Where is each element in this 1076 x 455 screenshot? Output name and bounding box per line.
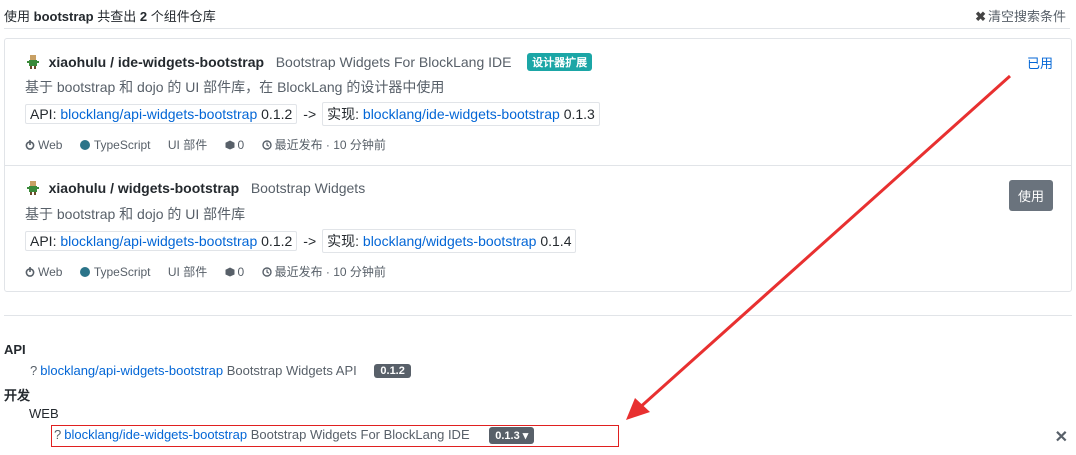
result-count: 2 bbox=[139, 9, 148, 24]
annotation-highlight-box bbox=[51, 425, 619, 447]
avatar[interactable] bbox=[25, 180, 41, 196]
summary-prefix: 使用 bbox=[4, 9, 31, 24]
type-meta: UI 部件 bbox=[168, 136, 207, 153]
use-button[interactable]: 使用 bbox=[1008, 180, 1053, 211]
repo-name-link[interactable]: xiaohulu / widgets-bootstrap bbox=[49, 180, 240, 196]
impl-label: 实现: bbox=[327, 106, 360, 122]
repo-title-row: xiaohulu / widgets-bootstrap Bootstrap W… bbox=[25, 180, 365, 196]
unknown-glyph-icon: ? bbox=[30, 363, 38, 378]
dev-group-title: 开发 bbox=[4, 388, 31, 403]
api-repo-link[interactable]: blocklang/api-widgets-bootstrap bbox=[60, 233, 257, 249]
impl-dependency: 实现: blocklang/ide-widgets-bootstrap 0.1.… bbox=[322, 102, 600, 126]
cube-icon bbox=[225, 267, 235, 277]
impl-repo-link[interactable]: blocklang/widgets-bootstrap bbox=[363, 233, 537, 249]
api-group-title: API bbox=[4, 342, 26, 357]
api-dependency-item: ? blocklang/api-widgets-bootstrap Bootstr… bbox=[30, 363, 411, 378]
remove-dependency-button[interactable]: ✕ bbox=[1055, 427, 1068, 447]
published-meta: 最近发布 · 10 分钟前 bbox=[261, 263, 386, 280]
power-icon bbox=[25, 267, 35, 277]
repo-meta: Web TypeScript UI 部件 0 最近发布 · 10 分钟前 bbox=[25, 263, 400, 280]
power-icon bbox=[25, 140, 35, 150]
arrow-separator: -> bbox=[303, 106, 317, 122]
section-divider bbox=[4, 315, 1072, 316]
platform-meta: Web bbox=[25, 265, 62, 279]
api-repo-link[interactable]: blocklang/api-widgets-bootstrap bbox=[60, 106, 257, 122]
published-label: 最近发布 · 10 分钟前 bbox=[274, 265, 386, 279]
repo-meta: Web TypeScript UI 部件 0 最近发布 · 10 分钟前 bbox=[25, 136, 400, 153]
api-dependency: API: blocklang/api-widgets-bootstrap 0.1… bbox=[25, 104, 298, 124]
repo-title-description: Bootstrap Widgets bbox=[250, 180, 366, 196]
api-version: 0.1.2 bbox=[261, 106, 293, 122]
platform-label: Web bbox=[38, 138, 63, 152]
api-label: API: bbox=[30, 233, 57, 249]
count-value: 0 bbox=[237, 138, 245, 152]
summary-mid: 共查出 bbox=[97, 9, 137, 24]
dependency-row: API: blocklang/api-widgets-bootstrap 0.1… bbox=[25, 102, 600, 126]
count-meta: 0 bbox=[225, 265, 245, 279]
repo-name-link[interactable]: xiaohulu / ide-widgets-bootstrap bbox=[49, 54, 264, 70]
history-icon bbox=[261, 140, 272, 150]
language-label: TypeScript bbox=[93, 138, 151, 152]
dependency-row: API: blocklang/api-widgets-bootstrap 0.1… bbox=[25, 229, 577, 253]
count-value: 0 bbox=[237, 265, 245, 279]
impl-repo-link[interactable]: blocklang/ide-widgets-bootstrap bbox=[363, 106, 560, 122]
version-badge: 0.1.2 bbox=[374, 364, 411, 378]
close-icon: ✕ bbox=[1054, 429, 1068, 446]
type-label: UI 部件 bbox=[167, 265, 208, 279]
api-item-description: Bootstrap Widgets API bbox=[226, 363, 357, 378]
cube-icon bbox=[225, 140, 235, 150]
close-icon: ✖ bbox=[975, 9, 986, 24]
count-meta: 0 bbox=[225, 138, 245, 152]
summary-suffix: 个组件仓库 bbox=[150, 9, 216, 24]
type-meta: UI 部件 bbox=[168, 263, 207, 280]
search-summary: 使用 bootstrap 共查出 2 个组件仓库 bbox=[4, 6, 216, 25]
language-color-icon bbox=[79, 267, 90, 277]
published-meta: 最近发布 · 10 分钟前 bbox=[261, 136, 386, 153]
repo-description: 基于 bootstrap 和 dojo 的 UI 部件库 bbox=[25, 206, 246, 222]
type-label: UI 部件 bbox=[167, 138, 208, 152]
search-summary-bar: 使用 bootstrap 共查出 2 个组件仓库 ✖ 清空搜索条件 bbox=[4, 6, 1070, 29]
platform-meta: Web bbox=[25, 138, 62, 152]
language-label: TypeScript bbox=[93, 265, 151, 279]
category-badge: 设计器扩展 bbox=[527, 53, 593, 71]
repo-description: 基于 bootstrap 和 dojo 的 UI 部件库，在 BlockLang… bbox=[25, 79, 445, 95]
repo-result-list: xiaohulu / ide-widgets-bootstrap Bootstr… bbox=[4, 38, 1072, 292]
repo-result-item: xiaohulu / widgets-bootstrap Bootstrap W… bbox=[5, 165, 1071, 292]
repo-title-description: Bootstrap Widgets For BlockLang IDE bbox=[275, 54, 512, 70]
repo-result-item: xiaohulu / ide-widgets-bootstrap Bootstr… bbox=[5, 39, 1071, 165]
clear-search-label: 清空搜索条件 bbox=[987, 9, 1066, 24]
published-label: 最近发布 · 10 分钟前 bbox=[274, 138, 386, 152]
language-color-icon bbox=[79, 140, 90, 150]
search-query: bootstrap bbox=[33, 9, 94, 24]
api-label: API: bbox=[30, 106, 57, 122]
arrow-separator: -> bbox=[303, 233, 317, 249]
used-status-label: 已用 bbox=[1026, 56, 1053, 71]
impl-label: 实现: bbox=[327, 233, 360, 249]
history-icon bbox=[261, 267, 272, 277]
api-version: 0.1.2 bbox=[261, 233, 293, 249]
impl-version: 0.1.3 bbox=[563, 106, 595, 122]
impl-dependency: 实现: blocklang/widgets-bootstrap 0.1.4 bbox=[322, 229, 577, 253]
api-item-repo-link[interactable]: blocklang/api-widgets-bootstrap bbox=[40, 363, 223, 378]
annotation-arrow-head bbox=[626, 398, 650, 420]
language-meta: TypeScript bbox=[79, 265, 151, 279]
clear-search-button[interactable]: ✖ 清空搜索条件 bbox=[975, 6, 1066, 25]
api-dependency: API: blocklang/api-widgets-bootstrap 0.1… bbox=[25, 231, 298, 251]
platform-label: Web bbox=[38, 265, 63, 279]
avatar[interactable] bbox=[25, 54, 41, 70]
impl-version: 0.1.4 bbox=[540, 233, 572, 249]
repo-title-row: xiaohulu / ide-widgets-bootstrap Bootstr… bbox=[25, 53, 593, 71]
web-group-title: WEB bbox=[29, 406, 59, 421]
language-meta: TypeScript bbox=[79, 138, 151, 152]
